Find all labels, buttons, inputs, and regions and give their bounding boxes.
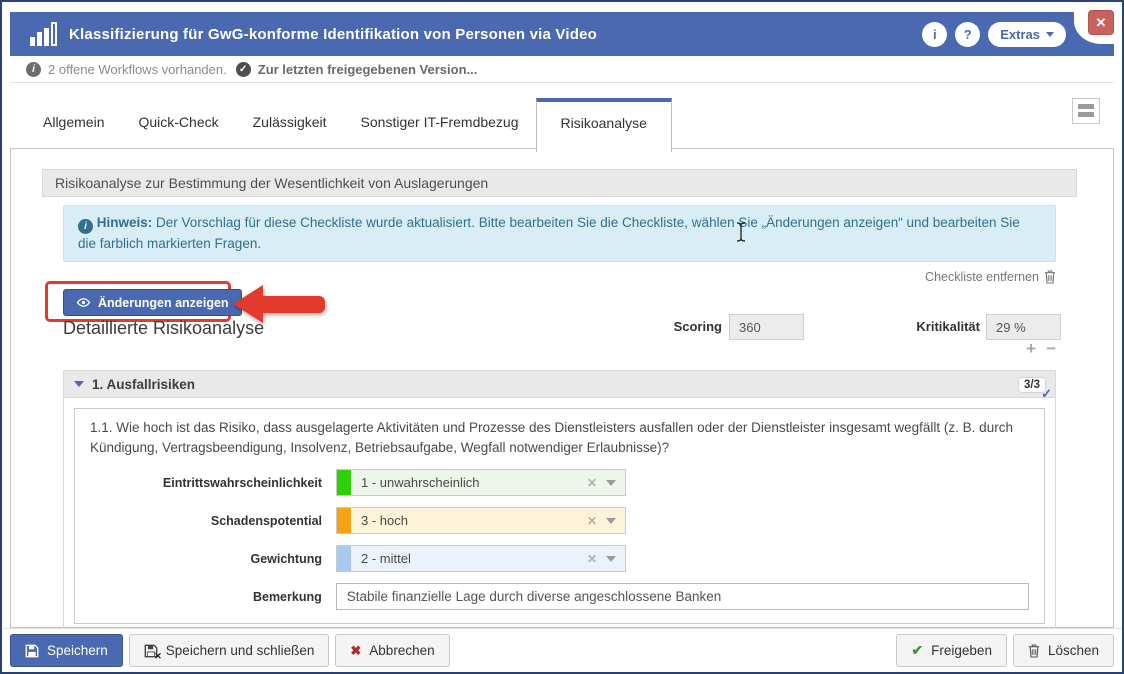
- kritikalitaet-label: Kritikalität: [830, 319, 980, 334]
- gewichtung-select[interactable]: 2 - mittel ✕: [336, 545, 626, 572]
- delete-label: Löschen: [1048, 643, 1099, 658]
- risk-group-ausfallrisiken: 1. Ausfallrisiken 3/3 ✓ 1.1. Wie hoch is…: [63, 370, 1056, 628]
- collapse-caret-icon: [74, 381, 84, 387]
- close-button[interactable]: ✕: [1088, 10, 1114, 35]
- question-panel: 1.1. Wie hoch ist das Risiko, dass ausge…: [74, 408, 1045, 624]
- selected-value: 3 - hoch: [351, 513, 587, 528]
- tab-quick-check[interactable]: Quick-Check: [121, 98, 235, 146]
- check-icon: ✔: [911, 642, 923, 659]
- eintrittswahrscheinlichkeit-select[interactable]: 1 - unwahrscheinlich ✕: [336, 469, 626, 496]
- clear-selection-icon[interactable]: ✕: [587, 476, 597, 490]
- save-and-close-label: Speichern und schließen: [166, 643, 315, 658]
- collapse-all-icon[interactable]: −: [1046, 342, 1056, 356]
- group-title: 1. Ausfallrisiken: [92, 377, 195, 392]
- bar-chart-icon: [30, 22, 57, 46]
- form-row-gewichtung: Gewichtung 2 - mittel ✕: [90, 545, 1029, 572]
- chevron-down-icon[interactable]: [606, 518, 616, 524]
- footer-toolbar: Speichern ✕ Speichern und schließen ✖ Ab…: [2, 628, 1122, 672]
- dialog-titlebar: Klassifizierung für GwG-konforme Identif…: [10, 12, 1114, 56]
- color-indicator-bar: [337, 470, 351, 495]
- risikoanalyse-tab-panel: Risikoanalyse zur Bestimmung der Wesentl…: [10, 148, 1114, 628]
- expand-all-icon[interactable]: +: [1026, 342, 1036, 356]
- dialog-window: Klassifizierung für GwG-konforme Identif…: [0, 0, 1124, 674]
- tab-allgemein[interactable]: Allgemein: [26, 98, 121, 146]
- trash-icon[interactable]: [1044, 270, 1056, 284]
- hint-text: Der Vorschlag für diese Checkliste wurde…: [78, 215, 1020, 251]
- cancel-button[interactable]: ✖ Abbrechen: [335, 634, 449, 667]
- cancel-label: Abbrechen: [369, 643, 434, 658]
- kritikalitaet-value-field: [986, 314, 1061, 340]
- clear-selection-icon[interactable]: ✕: [587, 552, 597, 566]
- remove-checklist-link[interactable]: Checkliste entfernen: [925, 270, 1039, 284]
- hint-label: Hinweis:: [97, 215, 153, 230]
- save-label: Speichern: [47, 643, 108, 658]
- color-indicator-bar: [337, 546, 351, 571]
- help-button[interactable]: ?: [955, 22, 980, 47]
- status-infobar: i 2 offene Workflows vorhanden. ✓ Zur le…: [10, 56, 1114, 83]
- chevron-down-icon[interactable]: [606, 556, 616, 562]
- show-changes-button[interactable]: Änderungen anzeigen: [63, 289, 242, 316]
- section-header: Risikoanalyse zur Bestimmung der Wesentl…: [42, 169, 1077, 197]
- schadenspotential-select[interactable]: 3 - hoch ✕: [336, 507, 626, 534]
- release-label: Freigeben: [931, 643, 992, 658]
- eye-icon: [76, 297, 91, 308]
- detail-heading: Detaillierte Risikoanalyse: [63, 318, 264, 339]
- scoring-label: Scoring: [572, 319, 722, 334]
- save-button[interactable]: Speichern: [10, 634, 123, 667]
- field-label: Eintrittswahrscheinlichkeit: [90, 476, 322, 490]
- form-row-schadenspotential: Schadenspotential 3 - hoch ✕: [90, 507, 1029, 534]
- dialog-title: Klassifizierung für GwG-konforme Identif…: [69, 26, 597, 43]
- info-button[interactable]: i: [922, 22, 947, 47]
- form-row-bemerkung: Bemerkung: [90, 583, 1029, 610]
- form-row-eintrittswahrscheinlichkeit: Eintrittswahrscheinlichkeit 1 - unwahrsc…: [90, 469, 1029, 496]
- selected-value: 1 - unwahrscheinlich: [351, 475, 587, 490]
- clear-selection-icon[interactable]: ✕: [587, 514, 597, 528]
- save-and-close-button[interactable]: ✕ Speichern und schließen: [129, 634, 330, 667]
- scoring-value-field: [729, 314, 804, 340]
- group-body: 1.1. Wie hoch ist das Risiko, dass ausge…: [63, 398, 1056, 628]
- extras-label: Extras: [1000, 27, 1040, 42]
- list-view-toggle-icon[interactable]: [1072, 98, 1100, 124]
- hint-alert: i Hinweis: Der Vorschlag für diese Check…: [63, 205, 1056, 262]
- extras-button[interactable]: Extras: [988, 22, 1066, 47]
- question-text: 1.1. Wie hoch ist das Risiko, dass ausge…: [90, 418, 1029, 458]
- tab-sonstiger-it-fremdbezug[interactable]: Sonstiger IT-Fremdbezug: [344, 98, 536, 146]
- action-area: Änderungen anzeigen Detaillierte Risikoa…: [63, 286, 1056, 364]
- workflows-text: 2 offene Workflows vorhanden.: [48, 62, 227, 77]
- floppy-icon: [25, 644, 39, 658]
- group-header[interactable]: 1. Ausfallrisiken 3/3 ✓: [63, 370, 1056, 398]
- color-indicator-bar: [337, 508, 351, 533]
- chevron-down-icon: [1046, 32, 1054, 37]
- release-button[interactable]: ✔ Freigeben: [896, 634, 1007, 667]
- show-changes-label: Änderungen anzeigen: [98, 296, 229, 310]
- field-label: Schadenspotential: [90, 514, 322, 528]
- tab-zulaessigkeit[interactable]: Zulässigkeit: [236, 98, 344, 146]
- check-circle-icon: ✓: [236, 62, 251, 77]
- selected-value: 2 - mittel: [351, 551, 587, 566]
- progress-check-icon: ✓: [1041, 386, 1052, 402]
- trash-icon: [1028, 644, 1040, 658]
- hint-info-icon: i: [78, 219, 93, 234]
- cancel-x-icon: ✖: [350, 643, 361, 659]
- delete-button[interactable]: Löschen: [1013, 634, 1114, 667]
- tab-risikoanalyse[interactable]: Risikoanalyse: [536, 98, 672, 152]
- tab-bar: Allgemein Quick-Check Zulässigkeit Sonst…: [26, 98, 672, 152]
- info-circle-icon: i: [26, 62, 41, 77]
- field-label: Bemerkung: [90, 590, 322, 604]
- field-label: Gewichtung: [90, 552, 322, 566]
- bemerkung-input[interactable]: [336, 583, 1029, 610]
- chevron-down-icon[interactable]: [606, 480, 616, 486]
- last-released-version-link[interactable]: Zur letzten freigegebenen Version...: [258, 62, 478, 77]
